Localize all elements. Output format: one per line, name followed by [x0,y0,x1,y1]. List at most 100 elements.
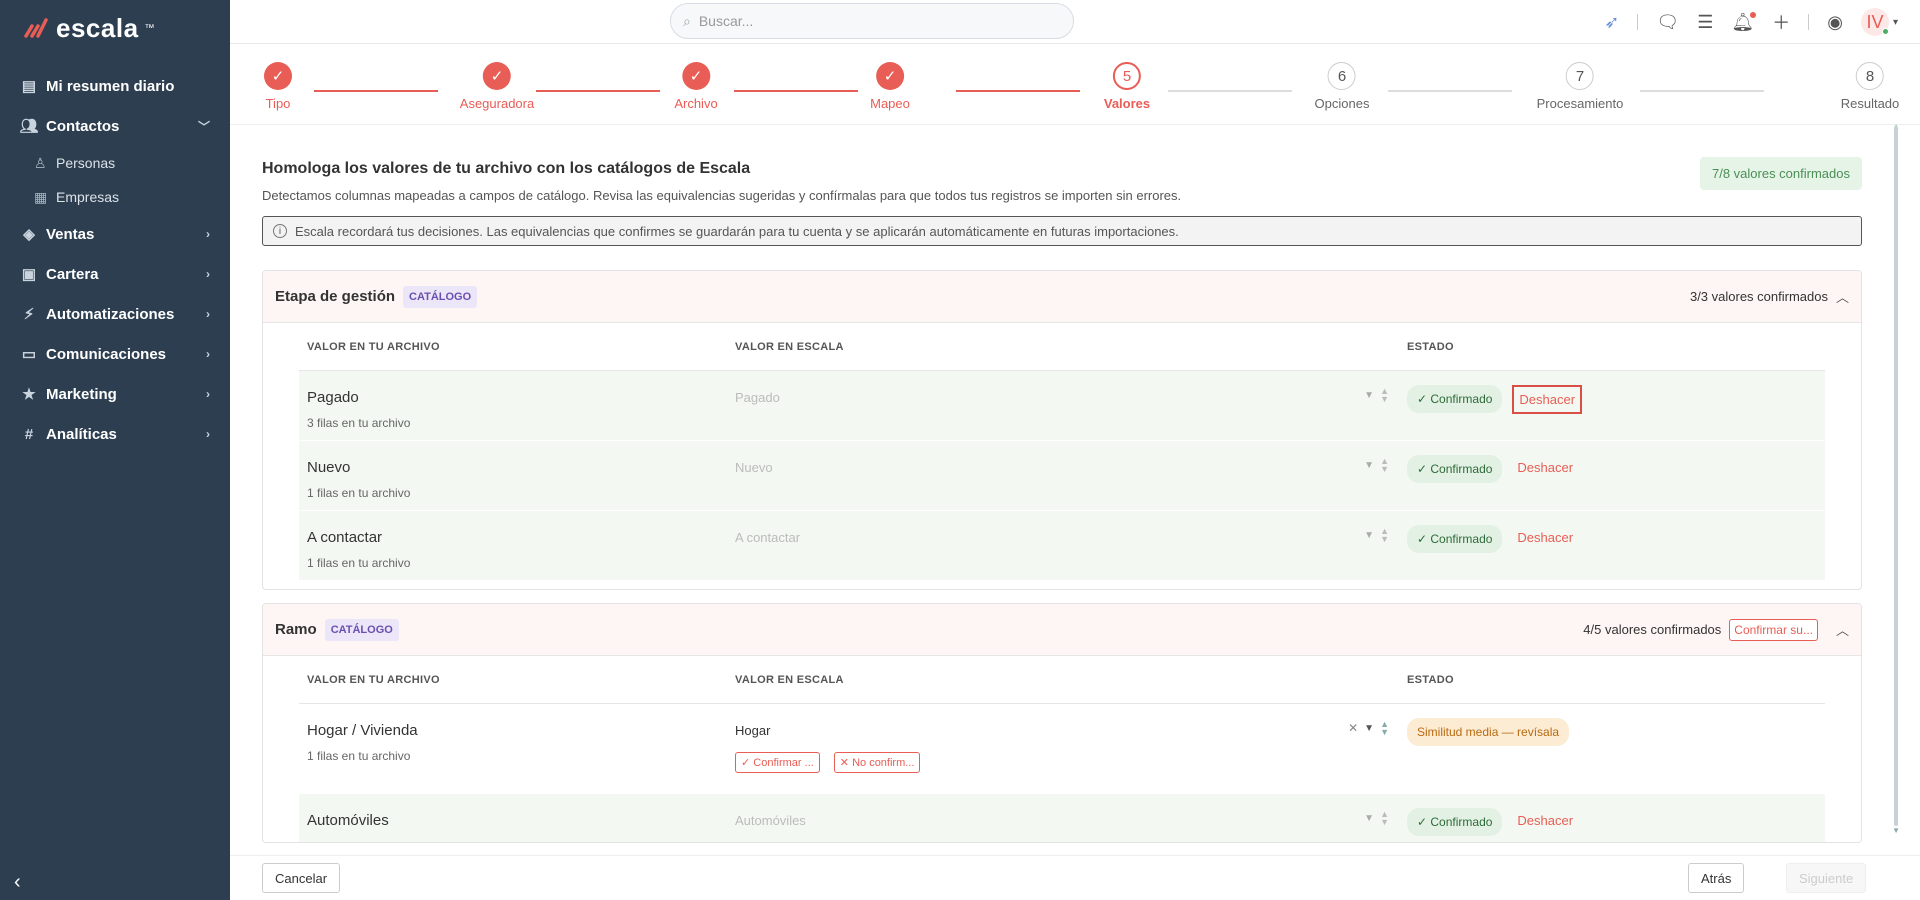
topbar: ⌕ Buscar... ➶ 🗨︎ ☰ 🔔︎ ＋ ◉ IV ▾ [230,0,1920,44]
scrollbar[interactable] [1894,126,1898,826]
list-icon[interactable]: ☰ [1697,12,1713,33]
chevron-up-icon[interactable]: ︿ [1836,620,1849,639]
status-badge: ✓ Confirmado [1407,385,1503,413]
cancel-button[interactable]: Cancelar [262,863,341,893]
step-opciones[interactable]: 6 Opciones [1315,62,1369,111]
dropdown-caret-icon: ▼ [1364,722,1375,734]
chevron-down-icon[interactable]: ▾ [1893,17,1898,28]
undo-button[interactable]: Deshacer [1512,808,1578,833]
collapse-sidebar-icon[interactable]: ‹ [14,871,21,894]
nav-mi-resumen[interactable]: ▤ Mi resumen diario [0,66,230,106]
values-table: VALOR EN TU ARCHIVO VALOR EN ESCALA ESTA… [299,323,1825,581]
escala-value-select[interactable]: Nuevo ▼ ▲ ▼ [727,441,1399,510]
nav-personas[interactable]: ♙ Personas [0,146,230,180]
section-summary: 3/3 valores confirmados ︿ [1690,287,1849,306]
dropdown-caret-icon: ▼ [1364,812,1375,824]
row-count: 1 filas en tu archivo [307,486,411,500]
sales-icon: ◈ [23,226,35,243]
undo-button[interactable]: Deshacer [1512,455,1578,480]
confirmed-total-badge: 7/8 valores confirmados [1699,157,1862,190]
search-placeholder: Buscar... [698,13,754,29]
confirm-button[interactable]: ✓ Confirmar ... [735,752,820,773]
col-escala-value: VALOR EN ESCALA [735,340,844,353]
feather-icon[interactable]: ➶ [1604,12,1619,33]
row-count: 1 filas en tu archivo [307,556,411,570]
page-description: Detectamos columnas mapeadas a campos de… [262,188,1182,203]
step-valores[interactable]: 5 Valores [1104,62,1150,111]
info-icon: i [273,224,287,238]
top-icons: ➶ 🗨︎ ☰ 🔔︎ ＋ ◉ IV ▾ [1604,8,1898,36]
nav-contactos[interactable]: 👥︎ Contactos ﹀ [0,106,230,146]
step-check-icon: ✓ [876,62,904,90]
nav-label: Personas [56,155,116,171]
chat-bubbles-icon[interactable]: 🗨︎ [1656,12,1679,33]
step-label: Resultado [1840,96,1900,111]
confirm-suggestions-button[interactable]: Confirmar su... [1729,618,1818,641]
nav-label: Analíticas [46,425,117,443]
nav-cartera[interactable]: ▣ Cartera › [0,254,230,294]
step-connector [536,90,660,92]
status-badge: Similitud media — revísala [1407,718,1570,746]
step-label: Mapeo [870,96,910,111]
step-mapeo[interactable]: ✓ Mapeo [870,62,910,111]
dropdown-caret-icon: ▼ [1364,459,1375,471]
chevron-up-icon[interactable]: ︿ [1836,287,1849,306]
table-header: VALOR EN TU ARCHIVO VALOR EN ESCALA ESTA… [299,323,1825,371]
escala-value-select[interactable]: Pagado ▼ ▲ ▼ [727,371,1399,440]
people-icon: 👥︎ [19,118,39,135]
step-number: 7 [1566,62,1594,90]
catalog-badge: CATÁLOGO [324,618,399,641]
table-row: Automóviles Automóviles ▼ ▲ ▼ ✓ Confirmado… [299,794,1825,842]
table-row: Hogar / Vivienda 1 filas en tu archivo Ho… [299,704,1825,794]
plus-icon[interactable]: ＋ [1772,9,1790,35]
nav-analiticas[interactable]: # Analíticas › [0,414,230,454]
nav-marketing[interactable]: ★ Marketing › [0,374,230,414]
step-tipo[interactable]: ✓ Tipo [264,62,292,111]
scroll-down-icon[interactable]: ▼ [1892,826,1900,835]
undo-button[interactable]: Deshacer [1512,525,1578,550]
wallet-icon: ▣ [21,266,37,283]
nav-empresas[interactable]: ▦ Empresas [0,180,230,214]
undo-button[interactable]: Deshacer [1512,385,1583,414]
import-stepper: ✓ Tipo ✓ Aseguradora ✓ Archivo ✓ Mapeo 5… [262,62,1920,122]
col-file-value: VALOR EN TU ARCHIVO [307,340,440,353]
logo[interactable]: escala ™ [0,0,230,56]
step-resultado[interactable]: 8 Resultado [1840,62,1900,111]
bell-icon[interactable]: 🔔︎ [1731,11,1757,33]
status-badge: ✓ Confirmado [1407,525,1503,553]
nav-label: Comunicaciones [46,345,167,363]
clear-icon[interactable]: ✕ [1348,721,1358,735]
step-procesamiento[interactable]: 7 Procesamiento [1537,62,1623,111]
step-label: Archivo [674,96,718,111]
avatar[interactable]: IV [1860,8,1889,36]
next-button[interactable]: Siguiente [1786,863,1867,893]
step-archivo[interactable]: ✓ Archivo [674,62,718,111]
dropdown-caret-icon: ▼ [1364,389,1375,401]
table-header: VALOR EN TU ARCHIVO VALOR EN ESCALA ESTA… [299,656,1825,704]
escala-value: Pagado [735,390,780,405]
step-connector [1388,90,1512,92]
escala-value: Nuevo [735,460,773,475]
main-nav: ▤ Mi resumen diario 👥︎ Contactos ﹀ ♙ Per… [0,66,230,454]
dropdown-caret-icon: ▼ [1364,529,1375,541]
nav-comunicaciones[interactable]: ▭ Comunicaciones › [0,334,230,374]
file-value: Automóviles [307,812,389,829]
back-button[interactable]: Atrás [1688,863,1745,893]
escala-value: Hogar [735,723,771,738]
section-header[interactable]: Ramo CATÁLOGO 4/5 valores confirmados Co… [263,604,1861,656]
escala-value-select[interactable]: Hogar ✕ ▼ ▲ ▼ [735,720,1399,740]
reject-button[interactable]: ✕ No confirm... [833,752,921,773]
nav-ventas[interactable]: ◈ Ventas › [0,214,230,254]
step-check-icon: ✓ [482,62,511,90]
star-icon: ★ [22,386,36,403]
step-aseguradora[interactable]: ✓ Aseguradora [460,62,534,111]
escala-value-select[interactable]: Automóviles ▼ ▲ ▼ [727,794,1399,842]
info-text: Escala recordará tus decisiones. Las equ… [295,223,1179,239]
avatar-initials: IV [1866,11,1884,32]
nav-automatizaciones[interactable]: ⚡︎ Automatizaciones › [0,294,230,334]
search-input[interactable]: ⌕ Buscar... [670,3,1074,39]
hash-icon: # [24,425,34,443]
escala-value-select[interactable]: A contactar ▼ ▲ ▼ [727,511,1399,580]
section-header[interactable]: Etapa de gestión CATÁLOGO 3/3 valores co… [263,271,1861,323]
support-icon[interactable]: ◉ [1827,12,1843,33]
